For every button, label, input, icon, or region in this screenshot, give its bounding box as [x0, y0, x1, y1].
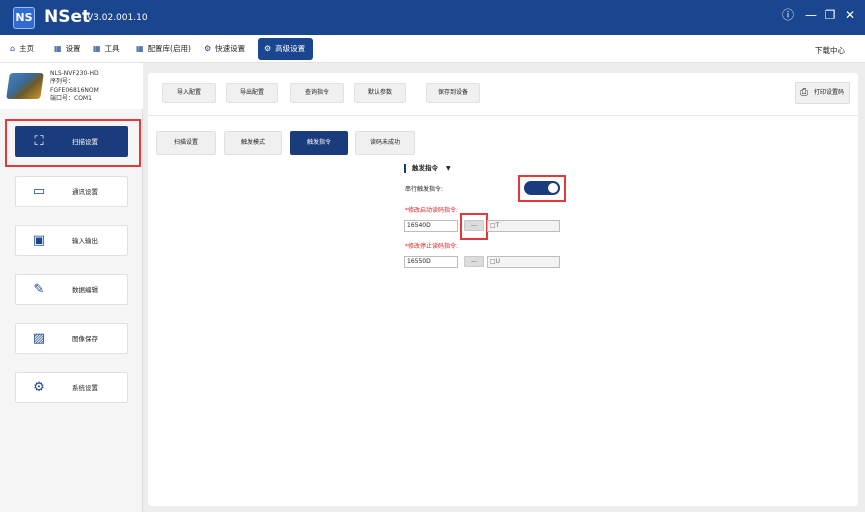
default-params-button[interactable]: 默认参数 — [354, 83, 406, 103]
monitor-icon: ▣ — [32, 233, 46, 248]
device-image — [6, 73, 44, 99]
tab-trigger-command[interactable]: 触发指令 — [290, 131, 348, 155]
start-command-label: *修改启动读码指令: — [405, 207, 459, 214]
collapse-caret-icon[interactable]: ▼ — [446, 165, 451, 172]
query-command-button[interactable]: 查询指令 — [290, 83, 344, 103]
sidebar-item-image-save[interactable]: ▨ 图像保存 — [15, 323, 128, 354]
start-command-hex-input[interactable]: 16540D — [404, 220, 458, 232]
app-version: V3.02.001.10 — [87, 13, 148, 23]
sidebar-item-scan-settings[interactable]: ⛶ 扫描设置 — [15, 126, 128, 157]
menu-item-home[interactable]: ⌂ 主页 — [6, 38, 34, 60]
gear-icon: ⚙ — [204, 44, 212, 53]
import-config-button[interactable]: 导入配置 — [162, 83, 216, 103]
tab-trigger-mode[interactable]: 触发模式 — [224, 131, 282, 155]
grid-icon: ▦ — [93, 44, 101, 53]
stop-command-browse-button[interactable]: ... — [464, 256, 484, 267]
serial-trigger-toggle[interactable] — [524, 181, 560, 195]
tab-read-failed[interactable]: 读码未成功 — [355, 131, 415, 155]
edit-icon: ✎ — [33, 282, 45, 297]
sidebar-item-label: 数据编辑 — [72, 286, 98, 294]
device-port: 端口号：COM1 — [50, 94, 92, 102]
minimize-icon[interactable]: — — [803, 7, 819, 23]
title-bar: NS NSet V3.02.001.10 ⓘ — ❐ ✕ — [0, 0, 865, 35]
menu-item-tools[interactable]: ▦ 工具 — [89, 38, 120, 60]
device-serial-value: FGFE06816NOM — [50, 86, 99, 94]
menu-item-label: 设置 — [65, 44, 81, 53]
sidebar-item-input-output[interactable]: ▣ 输入输出 — [15, 225, 128, 256]
device-serial-label: 序列号： — [50, 78, 75, 86]
sidebar-item-data-edit[interactable]: ✎ 数据编辑 — [15, 274, 128, 305]
serial-trigger-label: 串行触发指令: — [405, 186, 444, 193]
sidebar: NLS-NVF230-HD 序列号： FGFE06816NOM 端口号：COM1… — [0, 63, 143, 512]
system-icon: ⚙ — [33, 380, 45, 395]
start-command-ascii-input[interactable]: □T — [487, 220, 560, 232]
sidebar-item-label: 输入输出 — [72, 237, 98, 245]
export-config-button[interactable]: 导出配置 — [226, 83, 278, 103]
scan-icon: ⛶ — [34, 134, 44, 149]
grid-icon: ▦ — [136, 44, 144, 53]
tab-scan-settings[interactable]: 扫描设置 — [156, 131, 216, 155]
devices-icon: ▭ — [32, 184, 46, 199]
save-to-device-button[interactable]: 保存到设备 — [426, 83, 480, 103]
app-logo: NS — [13, 7, 35, 29]
print-code-button[interactable]: ⎙ 打印设置码 — [795, 82, 850, 104]
home-icon: ⌂ — [10, 44, 16, 53]
sidebar-item-label: 通讯设置 — [72, 188, 98, 196]
menu-item-label: 高级设置 — [275, 44, 306, 53]
menu-item-quick-settings[interactable]: ⚙ 快速设置 — [200, 38, 245, 60]
menu-item-label: 快速设置 — [215, 44, 246, 53]
sidebar-item-label: 扫描设置 — [72, 138, 98, 146]
menu-item-config-library[interactable]: ▦ 配置库(启用) — [132, 38, 191, 60]
section-title: 触发指令 — [404, 164, 438, 173]
printer-icon: ⎙ — [800, 87, 808, 98]
stop-command-ascii-input[interactable]: □U — [487, 256, 560, 268]
print-button-label: 打印设置码 — [814, 89, 845, 96]
menu-item-settings[interactable]: ▦ 设置 — [50, 38, 81, 60]
device-info: NLS-NVF230-HD 序列号： FGFE06816NOM 端口号：COM1 — [0, 63, 143, 109]
menu-item-advanced-settings[interactable]: ⚙ 高级设置 — [258, 38, 314, 60]
image-icon: ▨ — [32, 331, 46, 346]
close-icon[interactable]: ✕ — [842, 7, 858, 23]
main-panel: 导入配置 导出配置 查询指令 默认参数 保存到设备 ⎙ 打印设置码 扫描设置 触… — [148, 73, 858, 506]
app-name: NSet — [44, 7, 91, 27]
menu-item-label: 配置库(启用) — [147, 44, 191, 53]
gear-icon: ⚙ — [264, 44, 272, 53]
menu-bar: ⌂ 主页 ▦ 设置 ▦ 工具 ▦ 配置库(启用) ⚙ 快速设置 ⚙ 高级设置 下… — [0, 35, 865, 63]
stop-command-hex-input[interactable]: 16550D — [404, 256, 458, 268]
grid-icon: ▦ — [54, 44, 62, 53]
stop-command-label: *修改停止读码指令: — [405, 243, 459, 250]
restore-icon[interactable]: ❐ — [822, 7, 838, 23]
menu-item-label: 主页 — [19, 44, 35, 53]
sidebar-item-label: 图像保存 — [72, 335, 98, 343]
sidebar-item-label: 系统设置 — [72, 384, 98, 392]
info-icon[interactable]: ⓘ — [780, 7, 796, 23]
sidebar-item-communication[interactable]: ▭ 通讯设置 — [15, 176, 128, 207]
toggle-knob — [548, 183, 558, 193]
start-command-browse-button[interactable]: ... — [464, 220, 484, 231]
divider — [148, 115, 858, 116]
menu-item-label: 工具 — [104, 44, 120, 53]
sidebar-item-system-settings[interactable]: ⚙ 系统设置 — [15, 372, 128, 403]
download-center-link[interactable]: 下载中心 — [815, 45, 845, 56]
